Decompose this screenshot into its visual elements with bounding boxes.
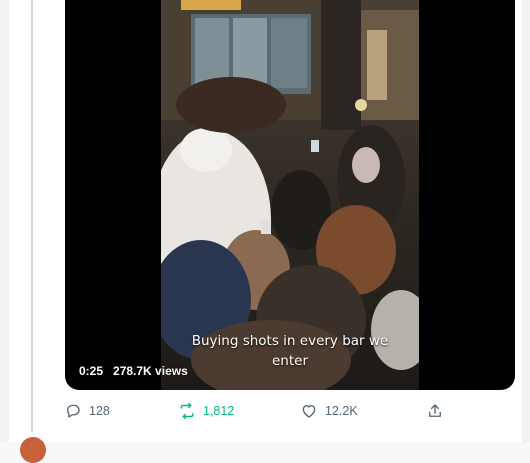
reply-count: 128 — [89, 404, 110, 418]
thread-connector-line — [31, 0, 33, 432]
tweet-action-bar: 128 1,812 12.2K — [0, 400, 530, 422]
share-button[interactable] — [426, 400, 444, 422]
repost-icon — [180, 402, 194, 420]
like-count: 12.2K — [325, 404, 358, 418]
like-icon — [302, 405, 316, 418]
reply-button[interactable]: 128 — [64, 400, 110, 422]
video-meta-overlay: 0:25 278.7K views — [79, 363, 188, 379]
video-frame[interactable]: Buying shots in every bar we enter — [161, 0, 419, 390]
repost-count: 1,812 — [203, 404, 235, 418]
reply-icon — [67, 404, 80, 418]
repost-button[interactable]: 1,812 — [178, 400, 234, 422]
like-button[interactable]: 12.2K — [300, 400, 358, 422]
share-icon — [429, 404, 441, 417]
video-view-count: 278.7K views — [113, 364, 188, 378]
video-caption-line1: Buying shots in every bar we — [191, 333, 389, 349]
video-caption-line2: enter — [271, 353, 308, 369]
next-reply-avatar[interactable] — [20, 437, 46, 463]
page-gutter-left — [0, 0, 9, 442]
video-player[interactable]: Buying shots in every bar we enter — [65, 0, 515, 390]
video-timestamp: 0:25 — [79, 364, 104, 378]
page-gutter-right — [522, 0, 530, 442]
